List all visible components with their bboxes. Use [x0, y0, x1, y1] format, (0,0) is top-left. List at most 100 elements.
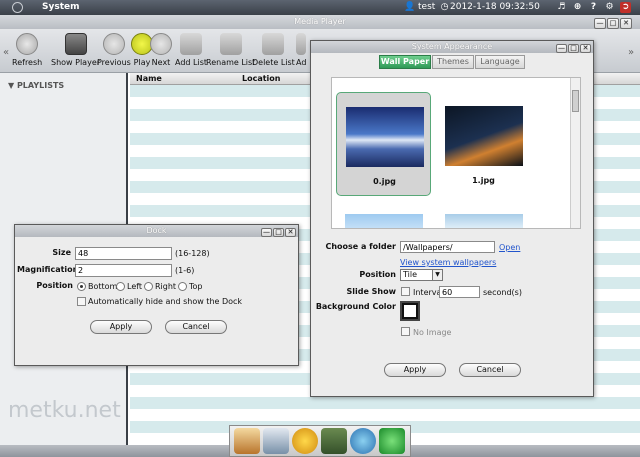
- interval-input[interactable]: [439, 286, 480, 298]
- delete-list-icon: [262, 33, 285, 55]
- magnification-input[interactable]: [75, 264, 172, 277]
- appearance-minimize-button[interactable]: —: [556, 44, 567, 53]
- previous-button[interactable]: Previous: [97, 33, 131, 67]
- watermark: metku.net: [8, 398, 121, 423]
- no-image-label: No Image: [413, 328, 452, 337]
- maximize-button[interactable]: □: [607, 18, 619, 29]
- wallpaper-image-3[interactable]: [445, 214, 523, 228]
- magnification-range: (1-6): [175, 266, 195, 275]
- column-name[interactable]: Name: [136, 74, 162, 83]
- position-top-label: Top: [189, 282, 203, 291]
- choose-folder-label: Choose a folder: [325, 242, 396, 251]
- wallpaper-thumb-0[interactable]: 0.jpg: [336, 92, 431, 196]
- dock-close-button[interactable]: ✕: [285, 228, 296, 237]
- add-list-icon: [180, 33, 202, 55]
- position-select-value: Tile: [403, 270, 418, 279]
- slideshow-checkbox[interactable]: [401, 287, 410, 296]
- wallpaper-image-0: [346, 107, 424, 167]
- system-bar: System 👤 test ◷ 2012-1-18 09:32:50 ♬ ⊕ ?…: [0, 0, 640, 15]
- speaker-icon[interactable]: ♬: [556, 2, 567, 13]
- gallery-scroll-thumb[interactable]: [572, 90, 579, 112]
- clock-icon: ◷: [440, 2, 449, 12]
- position-left-radio[interactable]: [116, 282, 125, 291]
- add-icon: [296, 33, 306, 55]
- minimize-button[interactable]: —: [594, 18, 606, 29]
- show-player-button[interactable]: Show Player: [51, 33, 100, 67]
- dock-cancel-button[interactable]: Cancel: [165, 320, 227, 334]
- position-select[interactable]: Tile ▼: [400, 269, 443, 281]
- media-player-title: Media Player: [294, 17, 346, 26]
- refresh-button[interactable]: Refresh: [12, 33, 42, 67]
- open-link[interactable]: Open: [499, 243, 520, 252]
- position-bottom-radio[interactable]: [77, 282, 86, 291]
- sync-icon[interactable]: [379, 428, 405, 454]
- address-book-icon[interactable]: [321, 428, 347, 454]
- network-icon[interactable]: ⊕: [572, 2, 583, 13]
- media-player-titlebar: Media Player — □ ✕: [0, 15, 640, 29]
- size-input[interactable]: [75, 247, 172, 260]
- wallpaper-thumb-1[interactable]: 1.jpg: [436, 92, 531, 196]
- logout-icon[interactable]: ➲: [620, 2, 631, 13]
- autohide-label: Automatically hide and show the Dock: [88, 297, 243, 306]
- system-title: System: [42, 2, 80, 12]
- gallery-scrollbar[interactable]: [570, 78, 580, 228]
- wallpaper-gallery: 0.jpg 1.jpg: [331, 77, 581, 229]
- appearance-close-button[interactable]: ✕: [580, 44, 591, 53]
- background-color-label: Background Color: [315, 302, 396, 311]
- settings-icon[interactable]: ⚙: [604, 2, 615, 13]
- next-icon: [150, 33, 172, 55]
- dock-dialog: Dock —□✕ Size (16-128) Magnification (1-…: [14, 224, 299, 366]
- dock-apply-button[interactable]: Apply: [90, 320, 152, 334]
- wallpaper-name-1: 1.jpg: [472, 176, 495, 185]
- chevron-down-icon: ▼: [432, 270, 442, 280]
- folder-input[interactable]: [400, 241, 495, 253]
- delete-list-button[interactable]: Delete List: [252, 33, 295, 67]
- view-system-wallpapers-link[interactable]: View system wallpapers: [400, 258, 496, 267]
- previous-icon: [102, 33, 125, 55]
- user-name[interactable]: test: [418, 2, 435, 12]
- toolbar-scroll-right-icon[interactable]: »: [628, 47, 634, 58]
- web-browser-icon[interactable]: [350, 428, 376, 454]
- tab-wallpaper[interactable]: Wall Paper: [379, 55, 431, 69]
- dock-maximize-button[interactable]: □: [273, 228, 284, 237]
- dock: [229, 425, 411, 457]
- media-player-icon[interactable]: [292, 428, 318, 454]
- help-icon[interactable]: ?: [588, 2, 599, 13]
- column-location[interactable]: Location: [242, 74, 281, 83]
- no-image-checkbox[interactable]: [401, 327, 410, 336]
- add-button-truncated[interactable]: Ad: [296, 33, 306, 67]
- tab-themes[interactable]: Themes: [432, 55, 474, 69]
- background-color-swatch[interactable]: [400, 301, 420, 321]
- home-icon[interactable]: [234, 428, 260, 454]
- position-right-label: Right: [155, 282, 177, 291]
- dock-dialog-title: Dock: [146, 226, 167, 235]
- dock-dialog-titlebar: Dock — □ ✕: [15, 225, 298, 237]
- system-appearance-dialog: System Appearance — □ ✕ Wall Paper Themes …: [310, 40, 594, 397]
- appearance-dialog-titlebar: System Appearance — □ ✕: [311, 41, 593, 53]
- tab-language[interactable]: Language: [475, 55, 525, 69]
- rename-list-button[interactable]: Rename List: [206, 33, 255, 67]
- position-left-label: Left: [127, 282, 143, 291]
- appearance-maximize-button[interactable]: □: [568, 44, 579, 53]
- wallpaper-image-1: [445, 106, 523, 166]
- system-logo-icon[interactable]: [12, 2, 23, 13]
- add-list-button[interactable]: Add List: [175, 33, 207, 67]
- file-manager-icon[interactable]: [263, 428, 289, 454]
- playlists-header[interactable]: ▼ PLAYLISTS: [8, 81, 64, 90]
- close-button[interactable]: ✕: [620, 18, 632, 29]
- position-right-radio[interactable]: [144, 282, 153, 291]
- position-label-appearance: Position: [359, 270, 396, 279]
- rename-list-icon: [219, 33, 242, 55]
- size-range: (16-128): [175, 249, 210, 258]
- dock-minimize-button[interactable]: —: [261, 228, 272, 237]
- autohide-checkbox[interactable]: [77, 297, 86, 306]
- interval-unit: second(s): [483, 288, 522, 297]
- position-top-radio[interactable]: [178, 282, 187, 291]
- wallpaper-image-2[interactable]: [345, 214, 423, 228]
- toolbar-scroll-left-icon[interactable]: «: [3, 47, 9, 58]
- next-button[interactable]: Next: [150, 33, 172, 67]
- appearance-apply-button[interactable]: Apply: [384, 363, 446, 377]
- size-label: Size: [52, 248, 71, 257]
- user-icon: 👤: [404, 2, 416, 12]
- appearance-cancel-button[interactable]: Cancel: [459, 363, 521, 377]
